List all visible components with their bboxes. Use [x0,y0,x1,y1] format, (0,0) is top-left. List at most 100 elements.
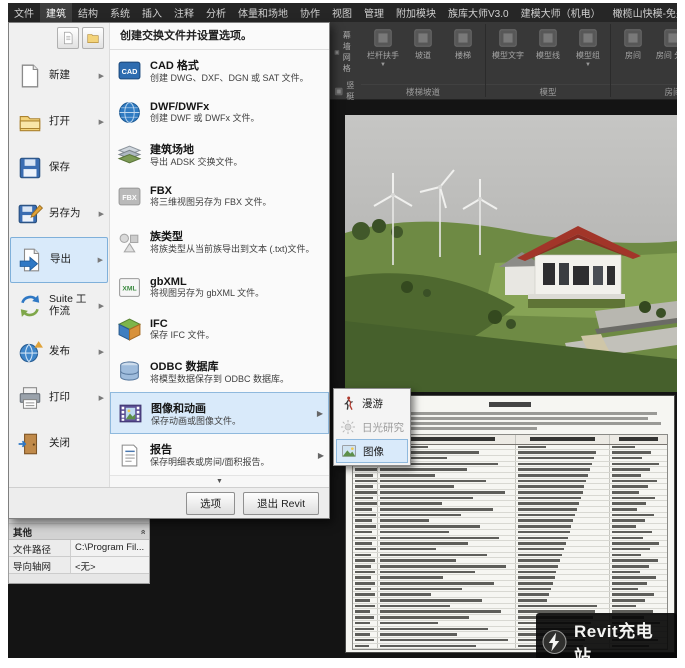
table-cell [516,513,610,518]
ribbon-small-button[interactable]: 竖梃 [334,80,358,102]
chevron-down-icon: ▼ [585,62,591,68]
export-item-report[interactable]: 报告保存明细表或房间/面积报告。▶ [110,434,329,476]
model-3d-view[interactable] [345,115,677,392]
menu-item-label: 打开 [49,116,93,128]
ribbon-tab[interactable]: 管理 [358,3,390,22]
ribbon-tab[interactable]: 结构 [72,3,104,22]
text-bar [355,548,376,551]
menu-item-publish[interactable]: 发布 ▶ [10,329,108,375]
export-item-gbxml[interactable]: XMLgbXML将视图另存为 gbXML 文件。 [110,267,329,309]
exit-button[interactable]: 退出 Revit [243,492,319,515]
menu-item-save-as[interactable]: 另存为▶ [10,191,108,237]
menu-item-label: 发布 [49,346,93,358]
text-bar [518,571,556,574]
export-item-images-animations[interactable]: 图像和动画保存动画或图像文件。▶ [110,392,329,434]
ribbon-button[interactable]: 栏杆扶手▼ [363,25,403,68]
properties-row: 导向轴网<无> [9,557,149,574]
flyout-item-image[interactable]: 图像 [336,439,408,463]
table-header-cell [610,435,667,444]
export-item-text: ODBC 数据库将模型数据保存到 ODBC 数据库。 [150,358,324,385]
text-bar [612,485,648,488]
ribbon-button[interactable]: 模型文字 [488,25,528,60]
flyout-item-label: 图像 [363,444,384,459]
ribbon-tab[interactable]: 族库大师V3.0 [442,3,515,22]
ribbon-button[interactable]: 模型组▼ [568,25,608,68]
menu-item-new[interactable]: 新建▶ [10,53,108,99]
menu-item-export[interactable]: 导出▶ [10,237,108,283]
ribbon-tab[interactable]: 系统 [104,3,136,22]
text-bar [380,468,466,471]
text-bar [380,628,488,631]
table-cell [516,541,610,546]
ribbon-small-buttons: 幕墙 网格竖梃 [332,22,361,99]
properties-group-header[interactable]: 其他 » [9,524,149,540]
ribbon-tab[interactable]: 建筑 [40,3,72,22]
app-window: 文件建筑结构系统插入注释分析体量和场地协作视图管理附加模块族库大师V3.0建模大… [8,3,677,658]
flyout-item-walkthrough[interactable]: 漫游 [336,391,408,415]
export-item-fbx[interactable]: FBXFBX将三维视图另存为 FBX 文件。 [110,175,329,217]
menu-item-print[interactable]: 打印▶ [10,375,108,421]
table-cell [353,558,378,563]
text-bar [355,616,374,619]
export-item-cad-format[interactable]: CADCAD 格式创建 DWG、DXF、DGN 或 SAT 文件。 [110,50,329,92]
table-cell [516,501,610,506]
submenu-arrow-icon: ▶ [99,72,104,80]
open-documents-button[interactable] [82,27,104,49]
table-cell [378,644,516,649]
property-value[interactable]: C:\Program Fil... [71,540,149,556]
property-value[interactable]: <无> [71,557,149,573]
export-item-ifc[interactable]: IFC保存 IFC 文件。 [110,309,329,351]
table-cell [353,632,378,637]
text-bar [355,605,375,608]
menu-item-open[interactable]: 打开▶ [10,99,108,145]
export-item-building-site[interactable]: 建筑场地导出 ADSK 交换文件。 [110,134,329,176]
export-item-family-types[interactable]: 族类型将族类型从当前族导出到文本 (.txt)文件。 [110,217,329,267]
menu-item-suite-workflow[interactable]: Suite 工作流▶ [10,283,108,329]
table-cell [516,575,610,580]
text-bar [612,508,637,511]
export-item-odbc[interactable]: ODBC 数据库将模型数据保存到 ODBC 数据库。 [110,351,329,393]
save-icon [17,155,43,181]
ribbon-small-button[interactable]: 幕墙 网格 [334,30,358,74]
recent-documents-button[interactable] [57,27,79,49]
table-cell [516,456,610,461]
ribbon-tab[interactable]: 视图 [326,3,358,22]
ribbon-tab[interactable]: 体量和场地 [232,3,294,22]
ribbon-button[interactable]: 坡道 [403,25,443,60]
ribbon-button[interactable]: 房间 分隔 [653,25,677,60]
submenu-arrow-icon: ▶ [99,348,104,356]
flyout-item-solar-study[interactable]: 日光研究 [336,415,408,439]
ribbon-tab[interactable]: 文件 [8,3,40,22]
text-bar [518,474,588,477]
ribbon-button[interactable]: 房间 [613,25,653,60]
ribbon-tab[interactable]: 插入 [136,3,168,22]
text-bar [380,605,450,608]
text-bar [355,645,369,648]
text-bar [355,582,375,585]
ribbon-button[interactable]: 模型线 [528,25,568,60]
text-bar [380,588,462,591]
cad-format-icon: CAD [117,58,142,83]
ribbon-tab[interactable]: 注释 [168,3,200,22]
ribbon-tab[interactable]: 协作 [294,3,326,22]
ribbon-button-label: 房间 分隔 [656,51,677,60]
text-bar [380,593,431,596]
ribbon-tab[interactable]: 附加模块 [390,3,442,22]
options-button[interactable]: 选项 [186,492,235,515]
close-icon [17,431,43,457]
ribbon-tab[interactable]: 橄榄山快模-免费版 [607,3,677,22]
export-item-dwf[interactable]: DWF/DWFx创建 DWF 或 DWFx 文件。 [110,92,329,134]
text-bar [518,548,564,551]
menu-item-save[interactable]: 保存 [10,145,108,191]
report-icon [117,443,142,468]
suite-workflow-icon [17,293,43,319]
table-cell [516,479,610,484]
menu-item-close[interactable]: 关闭 [10,421,108,467]
text-bar [518,559,560,562]
ribbon-button[interactable]: 楼梯 [443,25,483,60]
text-bar [612,468,649,471]
ribbon-tab[interactable]: 建模大师（机电） [515,3,607,22]
table-cell [610,547,667,552]
text-bar [355,610,370,613]
ribbon-tab[interactable]: 分析 [200,3,232,22]
